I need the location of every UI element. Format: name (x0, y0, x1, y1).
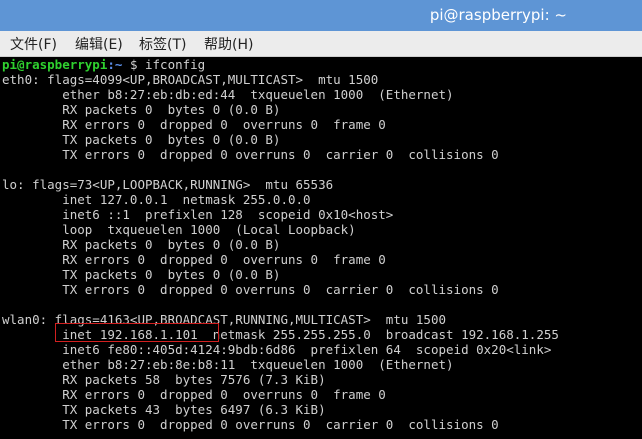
terminal-line: RX errors 0 dropped 0 overruns 0 frame 0 (2, 387, 386, 402)
terminal-line: ether b8:27:eb:db:ed:44 txqueuelen 1000 … (2, 87, 454, 102)
terminal-line: inet6 fe80::405d:4124:9bdb:6d86 prefixle… (2, 342, 552, 357)
terminal-line: TX errors 0 dropped 0 overruns 0 carrier… (2, 417, 499, 432)
prompt-symbol: $ (122, 57, 145, 72)
terminal-line: ether b8:27:eb:8e:b8:11 txqueuelen 1000 … (2, 357, 454, 372)
terminal-line: TX packets 43 bytes 6497 (6.3 KiB) (2, 402, 326, 417)
terminal-line: RX packets 0 bytes 0 (0.0 B) (2, 102, 281, 117)
terminal-line: inet 127.0.0.1 netmask 255.0.0.0 (2, 192, 311, 207)
menu-edit[interactable]: 编辑(E) (73, 34, 125, 54)
terminal-line: lo: flags=73<UP,LOOPBACK,RUNNING> mtu 65… (2, 177, 334, 192)
prompt-line: pi@raspberrypi:~ $ ifconfig (2, 57, 205, 72)
window-titlebar[interactable]: pi@raspberrypi: ~ (0, 0, 642, 31)
ip-highlight-box (55, 323, 219, 342)
menu-bar: 文件(F) 编辑(E) 标签(T) 帮助(H) (0, 31, 642, 57)
terminal-line: TX errors 0 dropped 0 overruns 0 carrier… (2, 282, 499, 297)
terminal-output[interactable]: pi@raspberrypi:~ $ ifconfig eth0: flags=… (0, 57, 642, 439)
terminal-line: loop txqueuelen 1000 (Local Loopback) (2, 222, 356, 237)
menu-file[interactable]: 文件(F) (8, 34, 59, 54)
terminal-line: eth0: flags=4099<UP,BROADCAST,MULTICAST>… (2, 72, 379, 87)
prompt-user-host: pi@raspberrypi (2, 57, 108, 72)
terminal-line: TX packets 0 bytes 0 (0.0 B) (2, 132, 281, 147)
terminal-line: TX errors 0 dropped 0 overruns 0 carrier… (2, 147, 499, 162)
window-title: pi@raspberrypi: ~ (429, 6, 567, 24)
menu-tabs[interactable]: 标签(T) (137, 34, 188, 54)
terminal-line: TX packets 0 bytes 0 (0.0 B) (2, 267, 281, 282)
terminal-line: RX errors 0 dropped 0 overruns 0 frame 0 (2, 252, 386, 267)
terminal-line: inet6 ::1 prefixlen 128 scopeid 0x10<hos… (2, 207, 394, 222)
terminal-line: RX packets 58 bytes 7576 (7.3 KiB) (2, 372, 326, 387)
terminal-line: RX errors 0 dropped 0 overruns 0 frame 0 (2, 117, 386, 132)
terminal-line: RX packets 0 bytes 0 (0.0 B) (2, 237, 281, 252)
prompt-path: :~ (107, 57, 123, 72)
prompt-command: ifconfig (145, 57, 206, 72)
menu-help[interactable]: 帮助(H) (202, 34, 255, 54)
